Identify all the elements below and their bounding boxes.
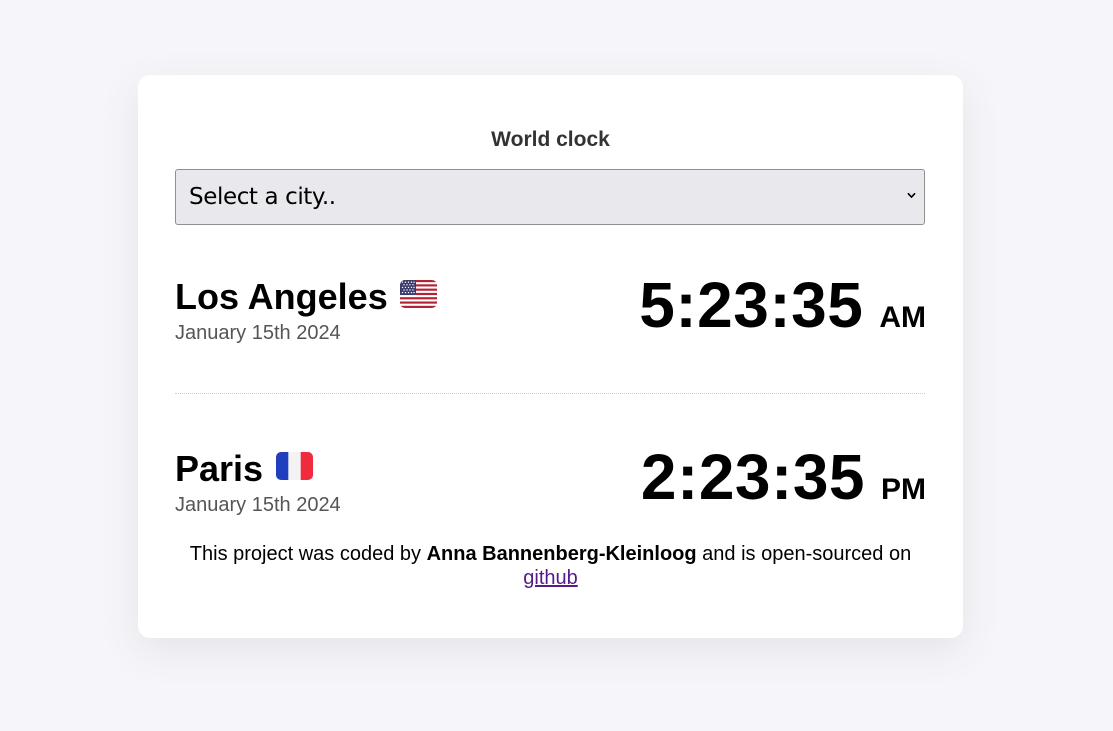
city-row: Los Angeles January 15th 2024 5:23:35 AM	[175, 269, 926, 393]
us-flag-icon	[400, 279, 438, 313]
city-select-value[interactable]: Select a city..	[175, 169, 925, 225]
time-value: 2:23:35	[640, 441, 865, 513]
author-name: Anna Bannenberg-Kleinloog	[426, 543, 697, 565]
footer-prefix: This project was coded by	[189, 543, 422, 565]
city-time: 5:23:35 AM	[639, 257, 926, 353]
footer: This project was coded by Anna Bannenber…	[175, 542, 926, 590]
footer-middle: and is open-sourced on	[702, 543, 912, 565]
world-clock-card: World clock Select a city.. Los Angeles	[138, 75, 963, 638]
fr-flag-icon	[275, 451, 313, 485]
city-name: Paris	[175, 448, 264, 489]
ampm-label: PM	[881, 473, 926, 506]
github-link[interactable]: github	[523, 567, 578, 589]
time-value: 5:23:35	[639, 269, 864, 341]
city-select[interactable]: Select a city..	[175, 169, 925, 225]
city-time: 2:23:35 PM	[641, 429, 926, 525]
divider	[175, 393, 925, 394]
chevron-down-icon	[907, 192, 916, 198]
city-row: Paris January 15th 2024 2:23:35 PM	[175, 441, 926, 542]
city-date: January 15th 2024	[175, 322, 341, 344]
city-date: January 15th 2024	[175, 494, 341, 516]
city-name: Los Angeles	[175, 276, 388, 317]
app-title: World clock	[491, 128, 610, 151]
ampm-label: AM	[879, 301, 926, 334]
